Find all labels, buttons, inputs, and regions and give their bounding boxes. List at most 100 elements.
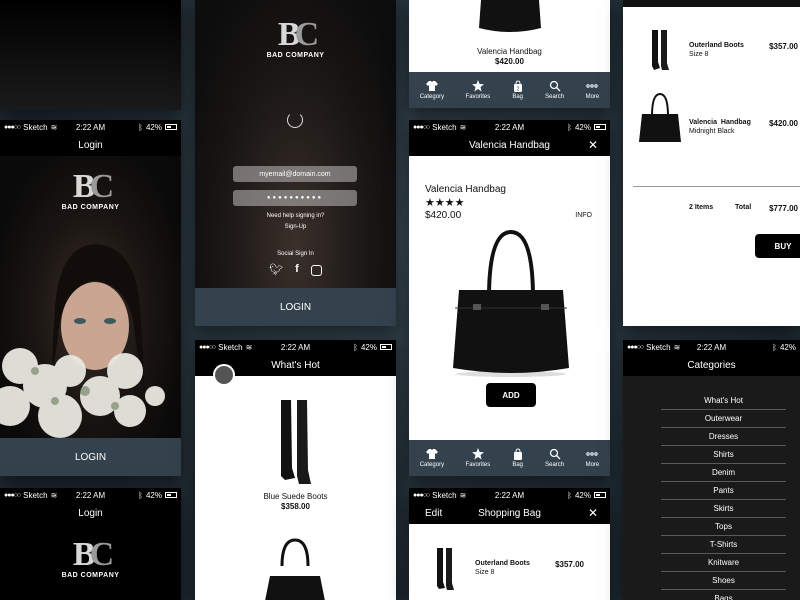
product-price: $420.00: [495, 57, 524, 66]
buy-button-label: BUY: [774, 241, 792, 251]
status-bar: ●●●○○ Sketch ≋ 2:22 AM ᛒ 42%: [409, 120, 610, 134]
handbag-image[interactable]: [475, 0, 545, 36]
cart-item-name: Outerland Boots: [689, 42, 744, 49]
edit-button[interactable]: Edit: [425, 508, 442, 519]
category-item[interactable]: Skirts: [661, 500, 786, 518]
nav-title: Login: [0, 502, 181, 524]
bag-icon: [513, 448, 522, 460]
category-item[interactable]: What's Hot: [661, 392, 786, 410]
status-bar: ●●●○○ Sketch ≋ 2:22 AM ᛒ 42%: [623, 340, 800, 354]
add-to-bag-button[interactable]: ADD: [486, 383, 536, 407]
handbag-image[interactable]: [451, 228, 571, 378]
loading-spinner: [287, 112, 303, 128]
category-item[interactable]: Shoes: [661, 572, 786, 590]
tab-favorites[interactable]: Favorites: [466, 80, 490, 100]
wifi-icon: ≋: [459, 122, 467, 132]
search-icon: [549, 448, 561, 460]
login-button-label: LOGIN: [74, 451, 107, 463]
help-link[interactable]: Need help signing in?: [195, 213, 396, 219]
login-button[interactable]: LOGIN: [195, 288, 396, 326]
social-icons: 🐦︎ f: [195, 263, 396, 276]
category-item[interactable]: Pants: [661, 482, 786, 500]
status-bar: ●●●○○ Sketch ≋ 2:22 AM ᛒ 42%: [195, 340, 396, 354]
rating-stars: ★★★★: [425, 197, 465, 209]
nav-title: Categories: [623, 354, 800, 376]
screen-whats-hot: ●●●○○ Sketch ≋ 2:22 AM ᛒ 42% What's Hot Blu…: [195, 340, 396, 600]
battery-icon: [594, 492, 606, 498]
screen-login-photo: ●●●○○ Sketch ≋ 2:22 AM ᛒ 42% Login BC BAD C…: [0, 120, 181, 476]
password-field[interactable]: ●●●●●●●●●●: [233, 190, 357, 206]
svg-text:2: 2: [516, 87, 519, 93]
screen-product-detail: ●●●○○ Sketch ≋ 2:22 AM ᛒ 42% Valencia Handb…: [409, 120, 610, 476]
handbag-image[interactable]: [260, 536, 330, 600]
social-signin-label: Social Sign In: [277, 251, 314, 257]
shirt-icon: [425, 449, 438, 459]
close-icon[interactable]: ✕: [588, 506, 598, 520]
total-amount: $777.00: [769, 204, 798, 213]
bluetooth-icon: ᛒ: [772, 342, 777, 352]
tab-more[interactable]: More: [586, 80, 599, 100]
cart-item-name: Valencia Handbag: [689, 119, 751, 126]
cart-header: [623, 0, 800, 7]
tab-bag[interactable]: 2 Bag: [512, 80, 524, 100]
bluetooth-icon: ᛒ: [353, 342, 358, 352]
info-link[interactable]: INFO: [575, 212, 592, 219]
wifi-icon: ≋: [50, 490, 58, 500]
twitter-icon[interactable]: 🐦︎: [269, 263, 283, 276]
brand-logo: BC BAD COMPANY: [61, 536, 120, 580]
handbag-thumbnail: [639, 92, 681, 142]
tab-search[interactable]: Search: [545, 80, 564, 100]
item-count: 2 Items: [689, 204, 714, 211]
boots-image[interactable]: [275, 398, 315, 488]
screen-cart-summary: Outerland Boots Size 8 $357.00 Valencia …: [623, 0, 800, 326]
bag-item-detail: Size 8: [475, 569, 495, 576]
category-item[interactable]: T-Shirts: [661, 536, 786, 554]
screen-signin: BC BAD COMPANY myemail@domain.com ●●●●●●…: [195, 0, 396, 326]
product-price: $420.00: [425, 210, 462, 221]
tab-bar: Category Favorites Bag Search More: [409, 440, 610, 476]
instagram-icon[interactable]: [310, 265, 322, 276]
wifi-icon: ≋: [673, 342, 681, 352]
nav-title: Shopping Bag: [478, 507, 541, 519]
tab-search[interactable]: Search: [545, 448, 564, 468]
brand-logo: BC BAD COMPANY: [266, 16, 325, 60]
category-item[interactable]: Knitware: [661, 554, 786, 572]
category-item[interactable]: Tops: [661, 518, 786, 536]
buy-button[interactable]: BUY: [755, 234, 800, 258]
facebook-icon[interactable]: f: [295, 263, 299, 276]
avatar[interactable]: [213, 364, 235, 386]
tab-bag[interactable]: Bag: [512, 448, 524, 468]
bluetooth-icon: ᛒ: [567, 122, 572, 132]
battery-icon: [380, 344, 392, 350]
category-item[interactable]: Shirts: [661, 446, 786, 464]
close-icon[interactable]: ✕: [588, 138, 598, 152]
login-button[interactable]: LOGIN: [0, 438, 181, 476]
tab-category[interactable]: Category: [420, 80, 444, 100]
search-icon: [549, 80, 561, 92]
screen-listing-partial: Valencia Handbag $420.00 Category Favori…: [409, 0, 610, 108]
star-icon: [471, 80, 484, 92]
signup-link[interactable]: Sign-Up: [195, 224, 396, 230]
email-field[interactable]: myemail@domain.com: [233, 166, 357, 182]
category-item[interactable]: Denim: [661, 464, 786, 482]
bag-icon: 2: [513, 80, 522, 93]
wifi-icon: ≋: [459, 490, 467, 500]
wifi-icon: ≋: [50, 122, 58, 132]
tab-category[interactable]: Category: [420, 448, 444, 468]
category-item[interactable]: Outerwear: [661, 410, 786, 428]
cart-item-detail: Midnight Black: [689, 128, 735, 135]
add-button-label: ADD: [502, 390, 520, 400]
bluetooth-icon: ᛒ: [138, 490, 143, 500]
tab-favorites[interactable]: Favorites: [466, 448, 490, 468]
tab-more[interactable]: More: [586, 448, 599, 468]
category-item[interactable]: Bags: [661, 590, 786, 600]
brand-logo: BC BAD COMPANY: [61, 168, 120, 212]
product-title: Valencia Handbag: [425, 184, 506, 195]
cart-item-price: $357.00: [769, 42, 798, 51]
nav-title: Login: [0, 134, 181, 156]
category-item[interactable]: Dresses: [661, 428, 786, 446]
status-bar: ●●●○○ Sketch ≋ 2:22 AM ᛒ 42%: [0, 488, 181, 502]
boots-thumbnail: [437, 548, 454, 590]
status-bar: ●●●○○ Sketch ≋ 2:22 AM ᛒ 42%: [409, 488, 610, 502]
status-bar: ●●●○○ Sketch ≋ 2:22 AM ᛒ 42%: [0, 120, 181, 134]
